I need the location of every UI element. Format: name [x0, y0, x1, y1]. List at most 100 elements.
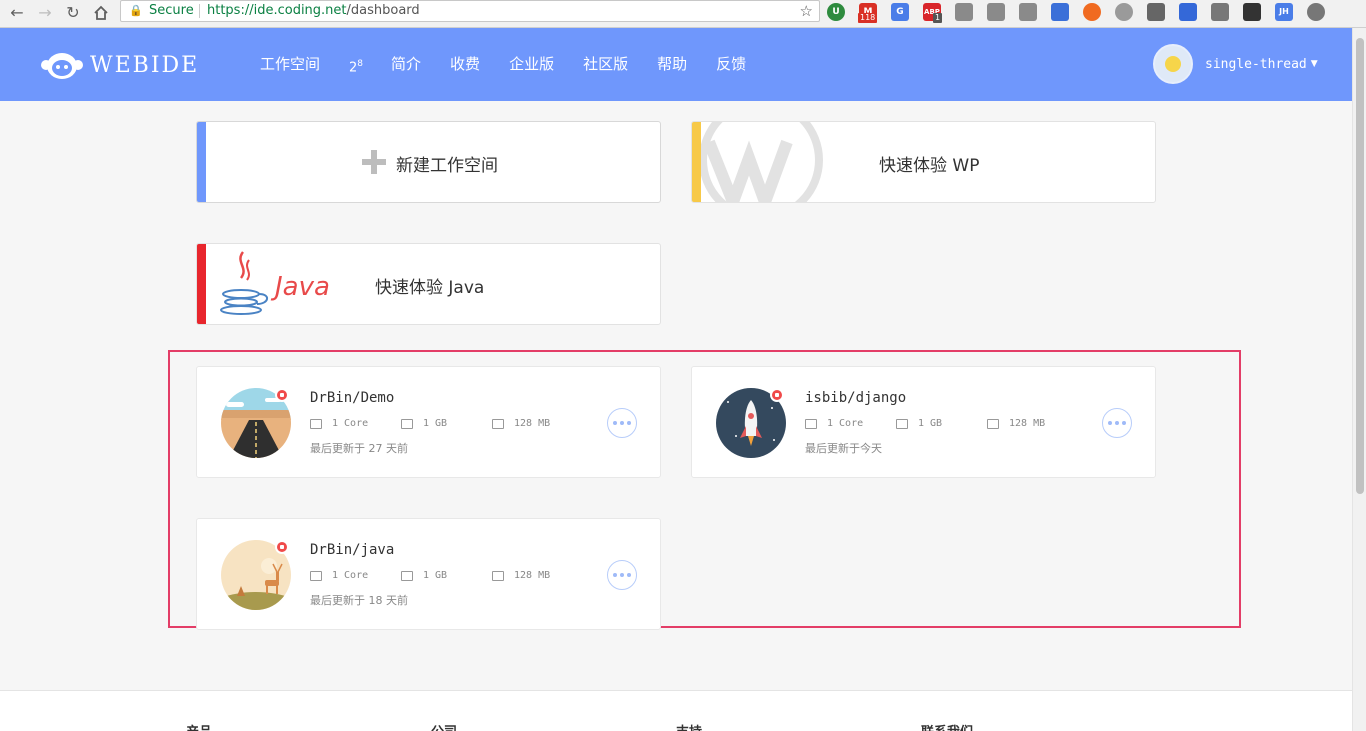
disk-icon: [401, 418, 413, 429]
workspace-card-isbib-django[interactable]: isbib/django 1 Core 1 GB 128 MB 最后更新于今天: [691, 366, 1156, 478]
home-icon[interactable]: [90, 2, 112, 24]
plus-icon: [362, 150, 386, 174]
spec-cpu: 1 Core: [310, 570, 368, 581]
caret-down-icon[interactable]: ▼: [1311, 59, 1318, 69]
last-updated: 最后更新于 18 天前: [310, 594, 408, 607]
spec-disk: 1 GB: [401, 570, 447, 581]
adblock-badge: 1: [933, 13, 943, 23]
dot: [627, 573, 631, 577]
spec-memory: 128 MB: [492, 570, 550, 581]
last-updated: 最后更新于今天: [805, 442, 882, 455]
spec-cpu-value: 1 Core: [332, 418, 369, 429]
extension-icon-5[interactable]: [955, 3, 973, 21]
nav-2-8[interactable]: 28: [349, 54, 363, 78]
spec-disk-value: 1 GB: [423, 570, 448, 581]
extension-icon-9[interactable]: [1083, 3, 1101, 21]
dot: [1108, 421, 1112, 425]
spec-cpu-value: 1 Core: [332, 570, 369, 581]
cpu-icon: [310, 418, 322, 429]
last-updated: 最后更新于 27 天前: [310, 442, 408, 455]
cpu-icon: [310, 570, 322, 581]
nav-enterprise[interactable]: 企业版: [509, 54, 554, 78]
extension-icon-12[interactable]: [1179, 3, 1197, 21]
secure-label: Secure: [149, 3, 194, 18]
extension-icon-10[interactable]: [1115, 3, 1133, 21]
webide-logo[interactable]: WEBIDE: [40, 48, 199, 82]
extension-icon-11[interactable]: [1147, 3, 1165, 21]
gmail-badge: 118: [858, 13, 878, 23]
dot: [1115, 421, 1119, 425]
nav-workspace[interactable]: 工作空间: [260, 54, 320, 78]
scrollbar-thumb[interactable]: [1356, 38, 1364, 494]
app-header: WEBIDE 工作空间 28 简介 收费 企业版 社区版 帮助 反馈 singl…: [0, 28, 1352, 101]
nav-feedback[interactable]: 反馈: [716, 54, 746, 78]
status-stopped-badge: [275, 540, 289, 554]
dot: [1122, 421, 1126, 425]
status-stopped-badge: [770, 388, 784, 402]
memory-icon: [987, 418, 999, 429]
spec-disk-value: 1 GB: [423, 418, 448, 429]
ublock-extension-icon[interactable]: U: [827, 3, 845, 21]
spec-memory-value: 128 MB: [514, 418, 551, 429]
bookmark-star-icon[interactable]: ☆: [800, 1, 813, 21]
nav-2-8-exponent: 8: [357, 59, 364, 69]
spec-memory-value: 128 MB: [1009, 418, 1046, 429]
cpu-icon: [805, 418, 817, 429]
memory-icon: [492, 570, 504, 581]
disk-icon: [401, 570, 413, 581]
main-nav: 工作空间 28 简介 收费 企业版 社区版 帮助 反馈: [260, 54, 775, 78]
workspace-card-drbin-java[interactable]: DrBin/java 1 Core 1 GB 128 MB 最后更新于 18 天…: [196, 518, 661, 630]
spec-cpu-value: 1 Core: [827, 418, 864, 429]
camera-extension-icon[interactable]: [1211, 3, 1229, 21]
footer-heading-support: 支持: [676, 721, 702, 731]
new-workspace-card[interactable]: 新建工作空间: [196, 121, 661, 203]
url-host: https://ide.coding.net: [207, 3, 347, 18]
footer: 产品 公司 支持 联系我们: [0, 690, 1352, 731]
extension-icon-7[interactable]: [1019, 3, 1037, 21]
card-stripe: [197, 122, 206, 202]
scrollbar[interactable]: [1352, 28, 1366, 731]
extension-icon-6[interactable]: [987, 3, 1005, 21]
extension-icon-16[interactable]: [1307, 3, 1325, 21]
workspace-name[interactable]: isbib/django: [805, 390, 906, 406]
nav-community[interactable]: 社区版: [583, 54, 628, 78]
forward-arrow-icon[interactable]: →: [34, 2, 56, 24]
jh-extension-icon[interactable]: JH: [1275, 3, 1293, 21]
workspace-card-drbin-demo[interactable]: DrBin/Demo 1 Core 1 GB 128 MB 最后更新于 27 天…: [196, 366, 661, 478]
browser-toolbar: ← → ↻ 🔒 Secure https://ide.coding.net/da…: [0, 0, 1366, 28]
java-cup-icon: [220, 251, 268, 315]
avatar[interactable]: [1153, 44, 1193, 84]
translate-extension-icon[interactable]: G: [891, 3, 909, 21]
spec-disk: 1 GB: [401, 418, 447, 429]
status-stopped-badge: [275, 388, 289, 402]
spec-memory: 128 MB: [987, 418, 1045, 429]
wordpress-logo-icon: [701, 122, 823, 202]
more-options-button[interactable]: [607, 560, 637, 590]
workspace-name[interactable]: DrBin/java: [310, 542, 394, 558]
workspace-name[interactable]: DrBin/Demo: [310, 390, 394, 406]
user-menu[interactable]: single-thread ▼: [1153, 44, 1318, 84]
reload-icon[interactable]: ↻: [62, 2, 84, 24]
nav-pricing[interactable]: 收费: [450, 54, 480, 78]
try-wp-card[interactable]: 快速体验 WP: [691, 121, 1156, 203]
dot: [613, 573, 617, 577]
url-text: https://ide.coding.net/dashboard: [207, 1, 420, 21]
try-java-label: 快速体验 Java: [375, 278, 485, 298]
more-options-button[interactable]: [607, 408, 637, 438]
address-bar[interactable]: 🔒 Secure https://ide.coding.net/dashboar…: [120, 0, 820, 22]
nav-help[interactable]: 帮助: [657, 54, 687, 78]
spec-memory-value: 128 MB: [514, 570, 551, 581]
dot: [627, 421, 631, 425]
dot: [613, 421, 617, 425]
more-options-button[interactable]: [1102, 408, 1132, 438]
logo-text: WEBIDE: [90, 52, 200, 78]
address-separator: [199, 4, 200, 18]
spec-memory: 128 MB: [492, 418, 550, 429]
monkey-logo-icon: [40, 49, 84, 81]
username[interactable]: single-thread: [1205, 57, 1307, 72]
back-arrow-icon[interactable]: ←: [6, 2, 28, 24]
try-java-card[interactable]: Java 快速体验 Java: [196, 243, 661, 325]
nav-intro[interactable]: 简介: [391, 54, 421, 78]
extension-icon-8[interactable]: [1051, 3, 1069, 21]
qr-code-extension-icon[interactable]: [1243, 3, 1261, 21]
